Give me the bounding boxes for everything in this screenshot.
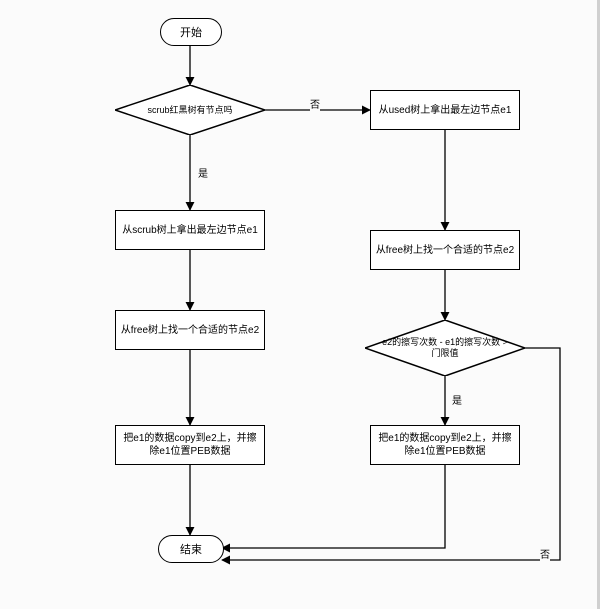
node-end: 结束 [158,535,224,563]
node-copy-erase-right-text: 把e1的数据copy到e2上，并擦除e1位置PEB数据 [375,432,515,458]
node-decision-threshold-text: e2的擦写次数 - e1的擦写次数 > 门限值 [365,320,525,376]
edge-label-no-2: 否 [540,546,550,561]
node-used-left-e1: 从used树上拿出最左边节点e1 [370,90,520,130]
node-decision-threshold: e2的擦写次数 - e1的擦写次数 > 门限值 [365,320,525,376]
node-free-find-e2-right-text: 从free树上找一个合适的节点e2 [376,244,514,257]
edge-label-yes-2: 是 [452,392,462,407]
node-scrub-left-e1: 从scrub树上拿出最左边节点e1 [115,210,265,250]
node-free-find-e2-left-text: 从free树上找一个合适的节点e2 [121,324,259,337]
node-scrub-left-e1-text: 从scrub树上拿出最左边节点e1 [122,224,258,237]
node-copy-erase-left-text: 把e1的数据copy到e2上，并擦除e1位置PEB数据 [120,432,260,458]
node-start: 开始 [160,18,222,46]
node-copy-erase-right: 把e1的数据copy到e2上，并擦除e1位置PEB数据 [370,425,520,465]
node-used-left-e1-text: 从used树上拿出最左边节点e1 [379,104,512,117]
node-free-find-e2-right: 从free树上找一个合适的节点e2 [370,230,520,270]
node-start-text: 开始 [180,24,202,40]
node-free-find-e2-left: 从free树上找一个合适的节点e2 [115,310,265,350]
edge-label-no-1: 否 [310,96,320,111]
edge-label-yes-1: 是 [198,165,208,180]
node-end-text: 结束 [180,541,202,557]
flowchart-canvas: 开始 scrub红黑树有节点吗 是 否 从scrub树上拿出最左边节点e1 从u… [0,0,600,609]
node-decision-scrub: scrub红黑树有节点吗 [115,85,265,135]
node-decision-scrub-text: scrub红黑树有节点吗 [115,85,265,135]
node-copy-erase-left: 把e1的数据copy到e2上，并擦除e1位置PEB数据 [115,425,265,465]
